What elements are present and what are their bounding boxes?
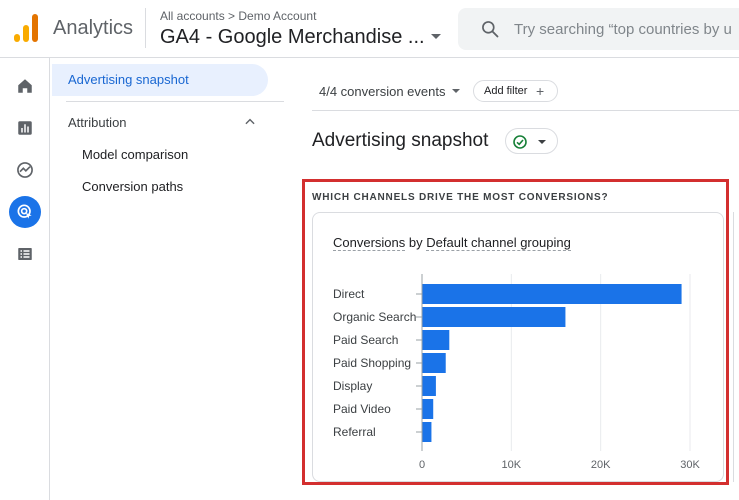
search-icon xyxy=(482,21,499,38)
home-icon xyxy=(18,79,32,93)
rail-explore-button[interactable] xyxy=(9,154,41,186)
rail-configure-button[interactable] xyxy=(9,238,41,270)
analytics-logo-icon[interactable] xyxy=(14,14,38,42)
rail-reports-button[interactable] xyxy=(9,112,41,144)
subnav-section-attribution[interactable]: Attribution xyxy=(68,115,127,130)
subnav-item-label: Advertising snapshot xyxy=(68,72,189,87)
advertising-subnav: Advertising snapshot Attribution Model c… xyxy=(50,58,285,500)
rail-advertising-button[interactable] xyxy=(9,196,41,228)
plus-icon: + xyxy=(536,83,545,99)
configure-icon xyxy=(18,248,32,260)
subnav-item-conversion-paths[interactable]: Conversion paths xyxy=(82,179,183,194)
header-divider xyxy=(145,8,146,48)
chevron-up-icon[interactable] xyxy=(243,115,257,129)
search-bar[interactable] xyxy=(458,8,739,50)
chevron-down-icon[interactable] xyxy=(431,34,441,39)
advertising-icon xyxy=(17,204,32,219)
reports-icon xyxy=(18,121,32,135)
subnav-divider xyxy=(66,101,284,102)
account-breadcrumb[interactable]: All accounts > Demo Account xyxy=(160,9,316,23)
search-input[interactable] xyxy=(514,18,739,40)
app-name: Analytics xyxy=(53,17,134,39)
rail-home-button[interactable] xyxy=(9,70,41,102)
conversion-events-selector[interactable]: 4/4 conversion events xyxy=(319,84,445,99)
top-app-bar: Analytics All accounts > Demo Account GA… xyxy=(0,0,739,58)
check-circle-icon xyxy=(513,135,527,149)
add-filter-label: Add filter xyxy=(484,85,528,97)
page-title: Advertising snapshot xyxy=(312,130,489,151)
subnav-item-model-comparison[interactable]: Model comparison xyxy=(82,147,188,162)
explore-icon xyxy=(17,162,33,178)
status-dropdown[interactable] xyxy=(505,128,558,154)
add-filter-button[interactable]: Add filter + xyxy=(473,80,558,102)
toolbar-divider xyxy=(312,110,739,111)
property-selector[interactable]: GA4 - Google Merchandise ... xyxy=(160,26,425,49)
chevron-down-icon[interactable] xyxy=(452,89,460,93)
navigation-rail xyxy=(0,58,50,500)
subnav-item-advertising-snapshot[interactable]: Advertising snapshot xyxy=(52,64,268,96)
chevron-down-icon xyxy=(538,140,546,144)
adjacent-card-edge xyxy=(733,212,739,482)
highlight-frame xyxy=(302,179,729,485)
